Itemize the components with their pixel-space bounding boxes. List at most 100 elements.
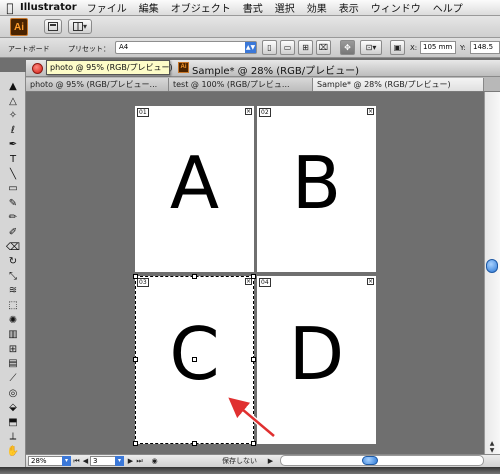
zoom-dropdown-icon[interactable]: ▾	[62, 456, 71, 466]
artboard-02[interactable]: 02 × B	[257, 106, 376, 272]
menu-type[interactable]: 書式	[243, 0, 263, 15]
scale-tool-icon[interactable]: ⤡	[3, 270, 23, 284]
mesh-tool-icon[interactable]: ⊞	[3, 343, 23, 357]
vertical-scrollbar[interactable]	[484, 92, 500, 454]
menu-edit[interactable]: 編集	[139, 0, 159, 15]
artboard-label: アートボード	[8, 45, 50, 53]
eraser-tool-icon[interactable]: ⌫	[3, 241, 23, 255]
tab-sample[interactable]: Sample* @ 28% (RGB/プレビュー)	[313, 78, 484, 91]
menu-effect[interactable]: 効果	[307, 0, 327, 15]
delete-artboard-button[interactable]: ⌧	[316, 40, 331, 55]
menu-object[interactable]: オブジェクト	[171, 0, 231, 15]
first-artboard-icon[interactable]: ⏮	[72, 456, 81, 466]
artboard-close-icon[interactable]: ×	[367, 108, 374, 115]
blob-brush-tool-icon[interactable]: ✐	[3, 226, 23, 240]
resize-handle[interactable]	[133, 274, 138, 279]
resize-handle[interactable]	[251, 274, 256, 279]
artboard-letter: D	[288, 312, 345, 396]
portrait-button[interactable]: ▯	[262, 40, 277, 55]
menu-help[interactable]: ヘルプ	[433, 0, 463, 15]
dock	[0, 467, 500, 474]
blend-tool-icon[interactable]: ◎	[3, 387, 23, 401]
type-tool-icon[interactable]: T	[3, 153, 23, 167]
resize-handle[interactable]	[133, 441, 138, 446]
artboard-number-field[interactable]: 3	[90, 456, 116, 466]
artboard-close-icon[interactable]: ×	[245, 108, 252, 115]
menu-file[interactable]: ファイル	[87, 0, 127, 15]
resize-handle[interactable]	[133, 357, 138, 362]
rectangle-tool-icon[interactable]: ▭	[3, 182, 23, 196]
previous-artboard-icon[interactable]: ◀	[81, 456, 90, 466]
center-point-handle[interactable]	[192, 357, 197, 362]
menu-select[interactable]: 選択	[275, 0, 295, 15]
rotate-tool-icon[interactable]: ↻	[3, 255, 23, 269]
menu-view[interactable]: 表示	[339, 0, 359, 15]
last-artboard-icon[interactable]: ⏭	[135, 456, 144, 466]
next-artboard-icon[interactable]: ▶	[126, 456, 135, 466]
direct-selection-tool-icon[interactable]: △	[3, 95, 23, 109]
resize-handle[interactable]	[192, 274, 197, 279]
scroll-down-arrow-icon[interactable]: ▼	[484, 447, 500, 454]
status-text: 保存しない	[222, 457, 257, 465]
app-menu[interactable]: Illustrator	[20, 2, 77, 13]
live-paint-bucket-tool-icon[interactable]: ⬙	[3, 401, 23, 415]
hand-tool-icon[interactable]: ✋	[3, 445, 23, 459]
artboard-letter: A	[169, 141, 220, 225]
illustrator-logo-icon: Ai	[10, 18, 28, 36]
close-window-button[interactable]	[32, 63, 43, 74]
pencil-tool-icon[interactable]: ✏	[3, 211, 23, 225]
gradient-tool-icon[interactable]: ▤	[3, 357, 23, 371]
bridge-button[interactable]	[44, 19, 62, 34]
y-field[interactable]: 148.5 m	[470, 41, 500, 54]
menu-window[interactable]: ウィンドウ	[371, 0, 421, 15]
artboard-close-icon[interactable]: ×	[367, 278, 374, 285]
document-title: Sample* @ 28% (RGB/プレビュー)	[192, 66, 359, 77]
resize-handle[interactable]	[192, 441, 197, 446]
landscape-button[interactable]: ▭	[280, 40, 295, 55]
column-graph-tool-icon[interactable]: ▥	[3, 328, 23, 342]
move-with-artboard-button[interactable]: ✥	[340, 40, 355, 55]
symbol-sprayer-tool-icon[interactable]: ✺	[3, 314, 23, 328]
x-field[interactable]: 105 mm	[420, 41, 456, 54]
artboard-number: 04	[259, 278, 271, 287]
document-icon: Ai	[178, 62, 189, 73]
line-tool-icon[interactable]: ╲	[3, 168, 23, 182]
artboard-number: 02	[259, 108, 271, 117]
vertical-scroll-thumb[interactable]	[486, 259, 498, 273]
move-artwork-icon: ✥	[344, 43, 351, 52]
preset-select[interactable]: A4 ▲▼	[115, 41, 257, 54]
horizontal-scroll-thumb[interactable]	[362, 456, 378, 465]
artboard-dropdown-icon[interactable]: ▾	[115, 456, 124, 466]
artboard-tool-icon[interactable]: ⬒	[3, 416, 23, 430]
scroll-up-arrow-icon[interactable]: ▲	[484, 440, 500, 447]
free-transform-tool-icon[interactable]: ⬚	[3, 299, 23, 313]
reference-point-icon: ⊡▾	[365, 43, 377, 52]
status-menu-icon[interactable]: ◉	[150, 456, 159, 466]
bridge-icon	[48, 22, 58, 31]
arrange-documents-button[interactable]: ▾	[68, 19, 92, 34]
horizontal-scrollbar[interactable]	[280, 455, 484, 466]
paintbrush-tool-icon[interactable]: ✎	[3, 197, 23, 211]
lasso-tool-icon[interactable]: ℓ	[3, 124, 23, 138]
reference-point-button[interactable]: ⊡▾	[360, 40, 382, 55]
selection-tool-icon[interactable]: ▲	[3, 80, 23, 94]
status-arrow-icon[interactable]: ▶	[266, 456, 275, 466]
warp-tool-icon[interactable]: ≋	[3, 284, 23, 298]
new-artboard-button[interactable]: ⊞	[298, 40, 313, 55]
artboard-options-button[interactable]: ▣	[390, 40, 405, 55]
slice-tool-icon[interactable]: ⟂	[3, 430, 23, 444]
artboard-01[interactable]: 01 × A	[135, 106, 254, 272]
resize-handle[interactable]	[251, 357, 256, 362]
eyedropper-tool-icon[interactable]: ⟋	[3, 372, 23, 386]
preset-label: プリセット：	[68, 45, 110, 53]
tab-test[interactable]: test @ 100% (RGB/プレビュ...	[169, 78, 313, 91]
apple-menu-icon[interactable]: 	[0, 1, 20, 15]
tab-photo[interactable]: photo @ 95% (RGB/プレビュー...	[26, 78, 169, 91]
arrange-dropdown-icon: ▾	[82, 22, 87, 31]
artboard-options-icon: ▣	[393, 43, 402, 52]
artboard-letter: B	[291, 141, 342, 225]
annotation-arrow-icon	[228, 397, 277, 439]
pen-tool-icon[interactable]: ✒	[3, 138, 23, 152]
magic-wand-tool-icon[interactable]: ✧	[3, 109, 23, 123]
zoom-field[interactable]: 28%	[28, 456, 64, 466]
